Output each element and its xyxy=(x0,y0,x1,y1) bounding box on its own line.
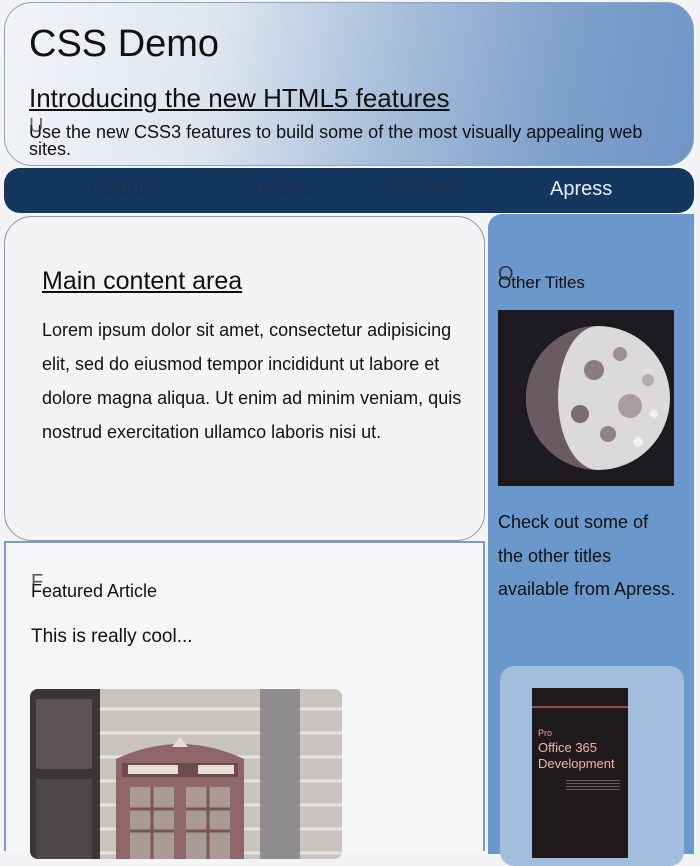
tagline: U Use the new CSS3 features to build som… xyxy=(29,116,679,159)
nav-item-feature[interactable]: Feature xyxy=(90,178,159,201)
nav-item-articles[interactable]: Articles xyxy=(248,178,314,201)
main-body: Lorem ipsum dolor sit amet, consectetur … xyxy=(42,320,462,442)
book-cover[interactable]: Pro Office 365 Development xyxy=(532,688,628,858)
sidebar-heading: O Other Titles xyxy=(498,263,585,293)
moon-illustration xyxy=(498,310,674,486)
featured-intro: This is really cool... xyxy=(31,626,193,647)
drop-cap-ghost: F xyxy=(31,571,44,593)
sidebar: O Other Titles Check out some of the oth… xyxy=(488,214,694,866)
featured-heading: F Featured Article xyxy=(31,571,158,602)
drop-cap-ghost: U xyxy=(29,115,44,137)
tagline-text: Use the new CSS3 features to build some … xyxy=(29,122,643,159)
book-panel[interactable]: Pro Office 365 Development xyxy=(500,666,684,866)
cover-stripe xyxy=(532,706,628,708)
site-subtitle: Introducing the new HTML5 features xyxy=(29,83,450,113)
drop-cap-ghost: O xyxy=(498,263,514,285)
main-content: Main content area Lorem ipsum dolor sit … xyxy=(4,216,485,541)
nav-item-apress[interactable]: Apress xyxy=(550,178,612,201)
moon-image xyxy=(498,310,674,486)
book-title: Office 365 Development xyxy=(538,740,615,771)
book-kicker: Pro xyxy=(538,728,553,738)
featured-article: F Featured Article This is really cool..… xyxy=(4,541,485,859)
main-heading: Main content area xyxy=(42,267,243,295)
phone-booth-image xyxy=(30,689,342,859)
cover-fine-print xyxy=(566,780,620,790)
phone-booth-illustration xyxy=(30,689,342,859)
sidebar-promo: Check out some of the other titles avail… xyxy=(498,512,676,599)
featured-heading-text: Featured Article xyxy=(31,581,158,601)
nav-item-archives[interactable]: Archives xyxy=(390,178,467,201)
main-nav: Feature Articles Archives Apress xyxy=(4,168,694,213)
site-title: CSS Demo xyxy=(29,23,220,65)
page-header: CSS Demo Introducing the new HTML5 featu… xyxy=(4,2,694,166)
